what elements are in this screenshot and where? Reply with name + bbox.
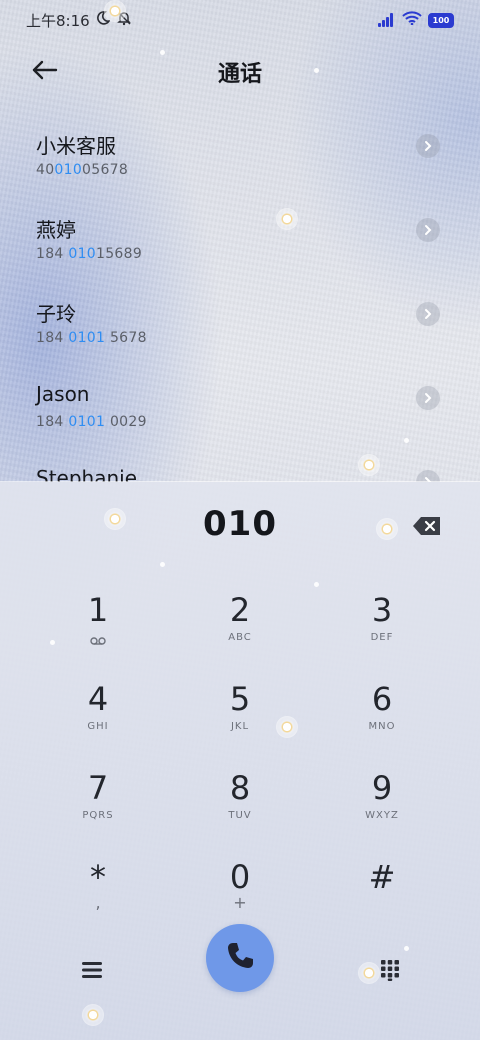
decorative-speck (404, 438, 409, 443)
header: 通话 (0, 48, 480, 92)
phone-icon (224, 940, 256, 976)
key-6[interactable]: 6 MNO (322, 679, 442, 757)
key-3[interactable]: 3 DEF (322, 590, 442, 668)
key-star[interactable]: * , (38, 857, 158, 935)
page-title: 通话 (217, 62, 262, 87)
wifi-icon (402, 11, 422, 29)
chevron-right-icon[interactable] (416, 302, 440, 326)
decorative-bubble (82, 1004, 104, 1026)
contact-number: 4001005678 (36, 162, 129, 178)
contact-number: 184 0101 0029 (36, 414, 147, 430)
chevron-right-icon[interactable] (416, 470, 440, 482)
list-item[interactable]: Stephanie (0, 454, 480, 482)
chevron-right-icon[interactable] (416, 386, 440, 410)
contact-name: Jason (36, 382, 90, 406)
decorative-speck (50, 640, 55, 645)
status-time: 上午8:16 (26, 11, 90, 30)
decorative-speck (314, 68, 319, 73)
decorative-bubble (358, 962, 380, 984)
chevron-right-icon[interactable] (416, 218, 440, 242)
dialed-number: 010 (203, 504, 277, 544)
backspace-icon[interactable] (412, 516, 442, 536)
key-8[interactable]: 8 TUV (180, 768, 300, 846)
menu-icon[interactable] (72, 950, 112, 990)
decorative-speck (160, 562, 165, 567)
key-7[interactable]: 7 PQRS (38, 768, 158, 846)
key-4[interactable]: 4 GHI (38, 679, 158, 757)
contact-number: 184 0101 5678 (36, 330, 147, 346)
decorative-bubble (104, 508, 126, 530)
contact-name: Stephanie (36, 466, 138, 482)
status-bar: 上午8:16 100 (0, 0, 480, 40)
list-item[interactable]: 小米客服 4001005678 (0, 118, 480, 202)
signal-icon (378, 13, 396, 27)
contact-name: 小米客服 (36, 134, 116, 158)
decorative-bubble (358, 454, 380, 476)
contact-number: 184 01015689 (36, 246, 143, 262)
decorative-bubble (376, 518, 398, 540)
voicemail-icon (90, 630, 106, 649)
key-1[interactable]: 1 (38, 590, 158, 668)
list-item[interactable]: 子玲 184 0101 5678 (0, 286, 480, 370)
dialer-panel: 010 1 2 ABC 3 DEF 4 GHI 5 JKL 6 MNO 7 PQ… (0, 482, 480, 1040)
decorative-bubble (276, 208, 298, 230)
contact-name: 燕婷 (36, 218, 76, 242)
key-9[interactable]: 9 WXYZ (322, 768, 442, 846)
call-button[interactable] (206, 924, 274, 992)
key-hash[interactable]: # (322, 857, 442, 935)
decorative-speck (160, 50, 165, 55)
decorative-bubble (276, 716, 298, 738)
decorative-speck (404, 946, 409, 951)
contact-list[interactable]: 小米客服 4001005678 燕婷 184 01015689 子玲 184 0… (0, 118, 480, 482)
contact-name: 子玲 (36, 302, 76, 326)
decorative-speck (314, 582, 319, 587)
key-2[interactable]: 2 ABC (180, 590, 300, 668)
list-item[interactable]: 燕婷 184 01015689 (0, 202, 480, 286)
decorative-bubble (104, 0, 126, 22)
chevron-right-icon[interactable] (416, 134, 440, 158)
battery-icon: 100 (428, 12, 454, 28)
